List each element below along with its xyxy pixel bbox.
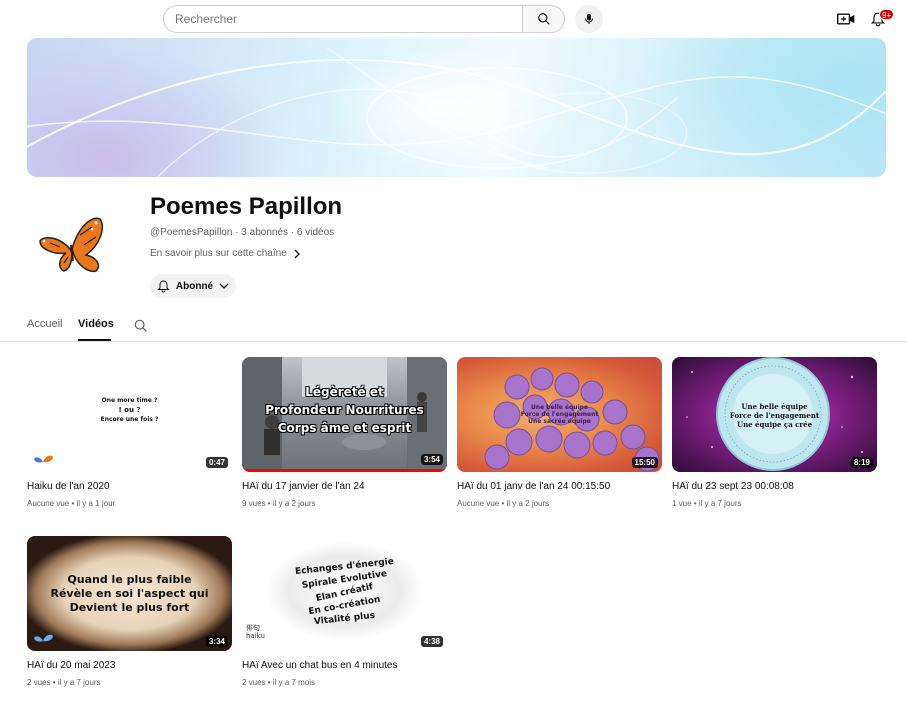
video-duration: 3:54 xyxy=(420,454,443,465)
video-duration: 3:34 xyxy=(205,636,228,647)
video-meta: Aucune vue • il y a 2 jours xyxy=(457,499,550,508)
video-thumbnail[interactable]: Echanges d'énergie Spirale Evolutive Ela… xyxy=(242,536,447,651)
thumbnail-text: Force de l'engagement xyxy=(729,411,820,420)
active-tab-indicator xyxy=(78,339,111,341)
channel-meta: @PoemesPapillon · 3 abonnés · 6 vidéos xyxy=(150,227,335,238)
video-title[interactable]: Haiku de l'an 2020 xyxy=(27,481,232,492)
thumbnail-text: One more time ? xyxy=(101,397,158,404)
butterfly-logo-icon xyxy=(34,634,53,642)
thumbnail-text: Une sacrée équipe xyxy=(528,418,591,425)
video-duration: 15:50 xyxy=(631,457,658,468)
video-card[interactable]: Une belle équipe Force de l'engagement U… xyxy=(672,357,877,508)
tab-videos[interactable]: Vidéos xyxy=(78,318,114,330)
video-title[interactable]: HAï du 17 janvier de l'an 24 xyxy=(242,481,447,492)
microphone-icon xyxy=(585,14,593,24)
butterfly-icon xyxy=(39,217,104,273)
video-meta: 1 vue • il y a 7 jours xyxy=(672,499,742,508)
video-meta: 2 vues • il y a 7 jours xyxy=(27,678,101,687)
haiku-logo-text: haiku xyxy=(246,632,265,640)
thumbnail-text: Force de l'engagement xyxy=(520,411,599,418)
channel-about-label: En savoir plus sur cette chaîne xyxy=(150,248,287,259)
video-meta: 9 vues • il y a 2 jours xyxy=(242,499,316,508)
search-button[interactable] xyxy=(522,5,565,33)
haiku-logo-kanji: 俳句 xyxy=(246,624,260,632)
thumbnail-text: Encore une fois ? xyxy=(100,416,159,423)
thumbnail-text: Une belle équipe xyxy=(741,402,808,411)
video-title[interactable]: HAï Avec un chat bus en 4 minutes xyxy=(242,660,447,671)
chevron-down-icon xyxy=(219,283,229,289)
haiku-logo: 俳句 haiku xyxy=(246,624,265,640)
channel-tabs: Accueil Vidéos xyxy=(0,312,907,342)
channel-about-link[interactable]: En savoir plus sur cette chaîne xyxy=(150,248,301,259)
video-meta: 2 vues • il y a 7 mois xyxy=(242,678,316,687)
subscribed-label: Abonné xyxy=(175,280,214,292)
search-icon[interactable] xyxy=(133,318,149,334)
search-box xyxy=(163,5,523,33)
chevron-right-icon xyxy=(294,249,300,258)
thumbnail-text: ! ou ? xyxy=(118,406,141,414)
create-video-button[interactable] xyxy=(836,9,856,29)
video-duration: 8:19 xyxy=(850,457,873,468)
video-card[interactable]: Une belle équipe Force de l'engagement U… xyxy=(457,357,662,508)
video-card[interactable]: Quand le plus faible Révèle en soi l'asp… xyxy=(27,536,232,687)
video-meta: Aucune vue • il y a 1 jour xyxy=(27,499,116,508)
thumbnail-text: Légèreté et xyxy=(305,385,384,399)
thumbnail-text: Quand le plus faible xyxy=(67,573,192,586)
video-title[interactable]: HAï du 20 mai 2023 xyxy=(27,660,232,671)
video-title[interactable]: HAï du 01 janv de l'an 24 00:15:50 xyxy=(457,481,662,492)
video-thumbnail[interactable]: Légèreté et Profondeur Nourritures Corps… xyxy=(242,357,447,472)
banner-light-swirls xyxy=(27,47,886,177)
notification-count-badge: 9+ xyxy=(879,9,895,20)
thumbnail-text: Corps âme et esprit xyxy=(277,421,412,435)
video-title[interactable]: HAï du 23 sept 23 00:08:08 xyxy=(672,481,877,492)
video-card[interactable]: One more time ? ! ou ? Encore une fois ?… xyxy=(27,357,232,508)
thumbnail-text: Révèle en soi l'aspect qui xyxy=(50,587,209,600)
video-duration: 0:47 xyxy=(205,457,228,468)
thumbnail-text: Une équipe ça crée xyxy=(736,420,813,429)
video-card[interactable]: Légèreté et Profondeur Nourritures Corps… xyxy=(242,357,447,508)
bell-icon xyxy=(157,279,170,292)
top-bar: 9+ xyxy=(0,0,907,38)
thumbnail-text: Une belle équipe xyxy=(531,404,588,411)
search-icon xyxy=(537,13,550,25)
watch-progress-bar xyxy=(242,469,447,472)
tab-home[interactable]: Accueil xyxy=(27,318,62,330)
channel-banner xyxy=(27,38,886,177)
video-thumbnail[interactable]: Une belle équipe Force de l'engagement U… xyxy=(457,357,662,472)
thumbnail-text: Profondeur Nourritures xyxy=(265,403,424,417)
voice-search-button[interactable] xyxy=(575,5,603,33)
video-thumbnail[interactable]: One more time ? ! ou ? Encore une fois ?… xyxy=(27,357,232,472)
video-duration: 4:38 xyxy=(420,636,443,647)
channel-avatar[interactable] xyxy=(30,205,112,287)
thumbnail-text: Devient le plus fort xyxy=(69,601,190,614)
video-thumbnail[interactable]: Une belle équipe Force de l'engagement U… xyxy=(672,357,877,472)
video-camera-plus-icon xyxy=(837,13,855,25)
channel-name: Poemes Papillon xyxy=(150,193,343,220)
search-input[interactable] xyxy=(164,6,523,32)
video-card[interactable]: Echanges d'énergie Spirale Evolutive Ela… xyxy=(242,536,447,687)
subscribed-button[interactable]: Abonné xyxy=(150,274,236,298)
butterfly-logo-icon xyxy=(34,455,53,463)
video-thumbnail[interactable]: Quand le plus faible Révèle en soi l'asp… xyxy=(27,536,232,651)
